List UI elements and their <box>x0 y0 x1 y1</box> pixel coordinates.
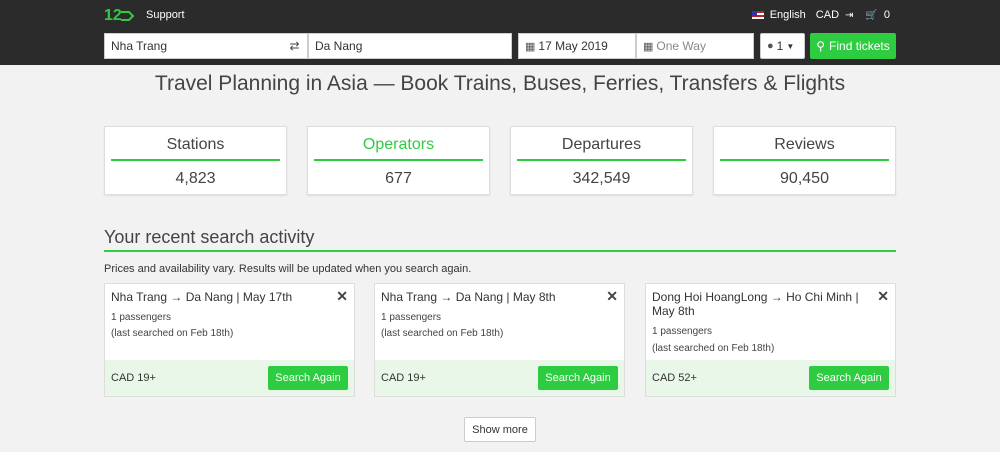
card-passengers: 1 passengers <box>381 312 442 323</box>
card-last-searched: (last searched on Feb 18th) <box>652 343 775 354</box>
calendar-icon: ▦ <box>525 40 536 53</box>
stat-value: 4,823 <box>175 170 216 187</box>
card-footer: CAD 19+ Search Again <box>105 360 354 396</box>
stat-stations[interactable]: Stations 4,823 <box>104 126 287 195</box>
return-date-placeholder: One Way <box>656 39 706 53</box>
card-price: CAD 19+ <box>381 372 426 384</box>
user-icon: ● <box>767 40 774 52</box>
card-price: CAD 19+ <box>111 372 156 384</box>
caret-down-icon: ▼ <box>786 41 795 51</box>
stat-reviews[interactable]: Reviews 90,450 <box>713 126 896 195</box>
stat-value: 90,450 <box>780 170 829 187</box>
card-passengers: 1 passengers <box>111 312 172 323</box>
price-note: Prices and availability vary. Results wi… <box>104 263 472 275</box>
card-last-searched: (last searched on Feb 18th) <box>111 328 234 339</box>
stat-operators[interactable]: Operators 677 <box>307 126 490 195</box>
cart-icon[interactable]: 🛒 <box>865 10 877 21</box>
us-flag-icon <box>751 11 764 19</box>
stat-value: 342,549 <box>572 170 631 187</box>
stat-departures[interactable]: Departures 342,549 <box>510 126 693 195</box>
card-footer: CAD 52+ Search Again <box>646 360 895 396</box>
calendar-icon: ▦ <box>643 40 654 53</box>
recent-search-card[interactable]: Nha Trang → Da Nang | May 17th ✕ 1 passe… <box>104 283 355 397</box>
cart-count[interactable]: 0 <box>884 9 890 21</box>
from-input[interactable]: Nha Trang <box>104 33 308 59</box>
recent-search-card[interactable]: Dong Hoi HoangLong → Ho Chi Minh | May 8… <box>645 283 896 397</box>
stat-label: Departures <box>561 136 642 153</box>
search-again-button[interactable]: Search Again <box>538 366 618 390</box>
swap-icon[interactable]: ⇄ <box>281 33 308 59</box>
stat-divider <box>111 159 280 161</box>
to-input[interactable]: Da Nang <box>308 33 512 59</box>
stat-divider <box>517 159 686 161</box>
section-divider <box>104 250 896 252</box>
find-tickets-button[interactable]: ⚲ Find tickets <box>810 33 896 59</box>
page-title: Travel Planning in Asia — Book Trains, B… <box>154 72 846 95</box>
stat-divider <box>314 159 483 161</box>
sign-in-icon[interactable]: ⇥ <box>845 10 853 21</box>
recent-search-card[interactable]: Nha Trang → Da Nang | May 8th ✕ 1 passen… <box>374 283 625 397</box>
card-last-searched: (last searched on Feb 18th) <box>381 328 504 339</box>
close-icon[interactable]: ✕ <box>336 288 348 305</box>
card-route: Nha Trang → Da Nang | May 8th <box>381 290 556 304</box>
close-icon[interactable]: ✕ <box>877 288 889 305</box>
depart-date-input[interactable]: ▦ 17 May 2019 <box>518 33 636 59</box>
passenger-count: 1 <box>776 39 784 53</box>
depart-date-value: 17 May 2019 <box>538 39 608 53</box>
search-again-button[interactable]: Search Again <box>268 366 348 390</box>
header-utilities: English CAD ⇥ 🛒 0 <box>751 9 890 21</box>
passenger-dropdown[interactable]: ● 1 ▼ <box>760 33 805 59</box>
card-route: Dong Hoi HoangLong → Ho Chi Minh | May 8… <box>652 290 859 318</box>
find-tickets-label: Find tickets <box>829 39 890 53</box>
show-more-button[interactable]: Show more <box>464 417 536 442</box>
card-footer: CAD 19+ Search Again <box>375 360 624 396</box>
support-link[interactable]: Support <box>146 9 185 21</box>
from-value: Nha Trang <box>111 39 168 53</box>
card-passengers: 1 passengers <box>652 326 713 337</box>
stat-value: 677 <box>385 170 412 187</box>
stat-label: Operators <box>362 136 435 153</box>
return-date-input[interactable]: ▦ One Way <box>636 33 754 59</box>
close-icon[interactable]: ✕ <box>606 288 618 305</box>
logo-icon[interactable]: 12 <box>104 4 134 26</box>
recent-search-heading: Your recent search activity <box>104 227 315 247</box>
card-price: CAD 52+ <box>652 372 697 384</box>
stat-label: Reviews <box>774 136 835 153</box>
currency-selector[interactable]: CAD <box>816 9 839 21</box>
card-route: Nha Trang → Da Nang | May 17th <box>111 290 293 304</box>
search-again-button[interactable]: Search Again <box>809 366 889 390</box>
to-value: Da Nang <box>315 39 363 53</box>
stat-label: Stations <box>166 136 225 153</box>
search-icon: ⚲ <box>816 39 826 53</box>
svg-text:12: 12 <box>104 7 122 24</box>
stat-divider <box>720 159 889 161</box>
language-selector[interactable]: English <box>770 9 806 21</box>
